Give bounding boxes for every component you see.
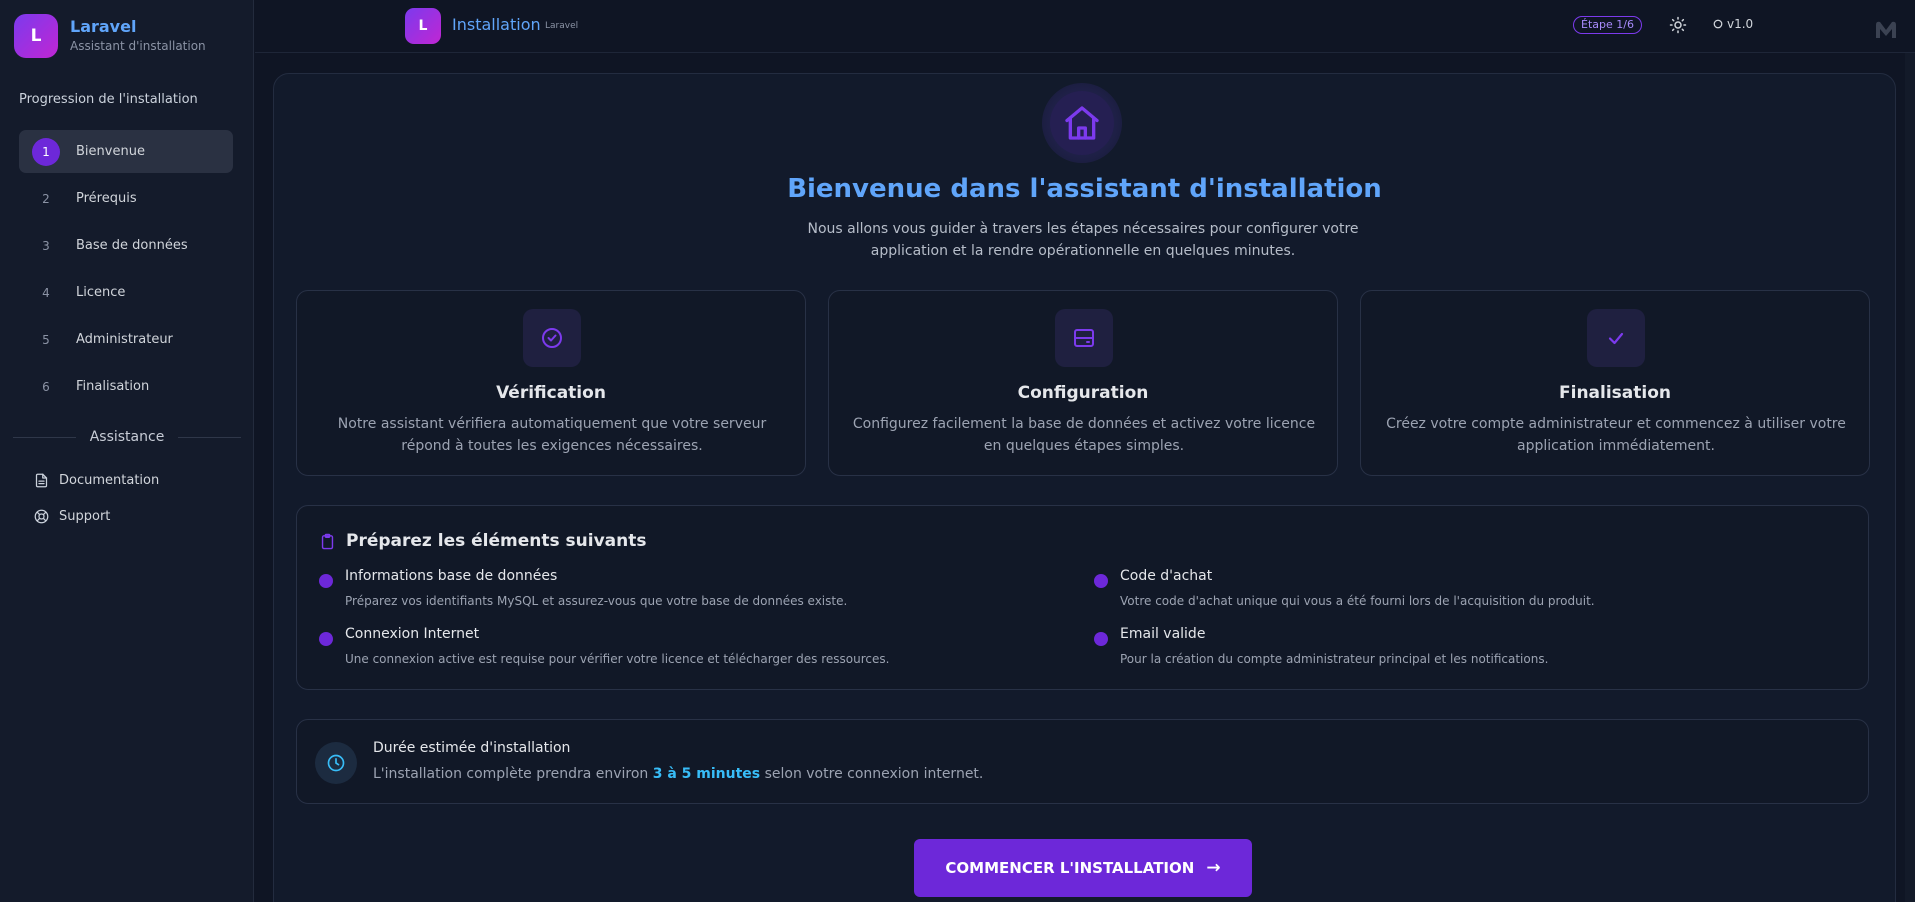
- step-label: Finalisation: [76, 379, 150, 394]
- clock-icon-wrapper: [315, 742, 357, 784]
- home-icon: [1065, 106, 1099, 140]
- duration-text: L'installation complète prendra environ …: [373, 766, 983, 782]
- step-item-licence[interactable]: 4 Licence: [19, 271, 233, 314]
- steps-list: 1 Bienvenue 2 Prérequis 3 Base de donnée…: [19, 130, 233, 412]
- start-button-label: COMMENCER L'INSTALLATION: [945, 859, 1195, 877]
- prepare-item-title: Connexion Internet: [345, 626, 480, 642]
- step-item-finalisation[interactable]: 6 Finalisation: [19, 365, 233, 408]
- feature-icon-box: [1055, 309, 1113, 367]
- clock-icon: [327, 754, 345, 772]
- duration-text-after: selon votre connexion internet.: [760, 766, 984, 782]
- version-circle-icon: [1713, 19, 1723, 29]
- bullet-dot-icon: [319, 632, 333, 646]
- feature-title: Finalisation: [1559, 383, 1671, 403]
- hero-icon-wrapper: [1042, 83, 1122, 163]
- header-subtitle: Laravel: [545, 21, 579, 31]
- step-label: Bienvenue: [76, 144, 145, 159]
- check-circle-icon: [542, 328, 562, 348]
- duration-section: Durée estimée d'installation L'installat…: [296, 719, 1869, 804]
- arrow-right-icon: →: [1206, 858, 1221, 878]
- feature-text: Configurez facilement la base de données…: [852, 416, 1316, 454]
- step-number: 2: [42, 191, 50, 206]
- step-item-administrateur[interactable]: 5 Administrateur: [19, 318, 233, 361]
- sidebar: L Laravel Assistant d'installation Progr…: [0, 0, 254, 902]
- prepare-title: Préparez les éléments suivants: [346, 531, 647, 551]
- step-number: 3: [42, 238, 50, 253]
- help-links: Documentation Support: [34, 470, 159, 542]
- feature-text: Notre assistant vérifiera automatiquemen…: [337, 416, 767, 454]
- feature-text: Créez votre compte administrateur et com…: [1386, 416, 1846, 454]
- feature-title: Vérification: [496, 383, 606, 403]
- version-label: v1.0: [1713, 17, 1753, 31]
- prepare-item-text: Votre code d'achat unique qui vous a été…: [1120, 594, 1595, 608]
- bullet-dot-icon: [1094, 632, 1108, 646]
- step-number: 6: [42, 379, 50, 394]
- step-item-prerequis[interactable]: 2 Prérequis: [19, 177, 233, 220]
- duration-title: Durée estimée d'installation: [373, 740, 571, 756]
- hero-text: Nous allons vous guider à travers les ét…: [807, 221, 1359, 259]
- prepare-item-text: Une connexion active est requise pour vé…: [345, 652, 890, 666]
- start-installation-button[interactable]: COMMENCER L'INSTALLATION →: [914, 839, 1252, 897]
- progress-title: Progression de l'installation: [19, 92, 198, 107]
- app-logo: L: [14, 14, 58, 58]
- brand-mark-icon: [1876, 21, 1896, 38]
- header-logo: L: [405, 8, 441, 44]
- lifebuoy-icon: [34, 509, 49, 523]
- prepare-item-text: Pour la création du compte administrateu…: [1120, 652, 1549, 666]
- hero-title: Bienvenue dans l'assistant d'installatio…: [787, 174, 1382, 204]
- scrollbar[interactable]: [1905, 53, 1915, 902]
- assistance-divider: Assistance: [13, 427, 242, 447]
- duration-text-before: L'installation complète prendra environ: [373, 766, 653, 782]
- check-icon: [1608, 332, 1624, 345]
- step-number: 5: [42, 332, 50, 347]
- prepare-header: Préparez les éléments suivants: [319, 531, 646, 551]
- step-label: Base de données: [76, 238, 188, 253]
- step-number: 4: [42, 285, 50, 300]
- app-name: Laravel: [70, 17, 137, 36]
- feature-icon-box: [523, 309, 581, 367]
- prepare-item-title: Informations base de données: [345, 568, 558, 584]
- assistance-title: Assistance: [89, 429, 165, 445]
- document-icon: [35, 473, 48, 487]
- prepare-item-title: Code d'achat: [1120, 568, 1213, 584]
- version-text: v1.0: [1727, 17, 1754, 31]
- step-label: Administrateur: [76, 332, 173, 347]
- step-label: Licence: [76, 285, 126, 300]
- prepare-item-text: Préparez vos identifiants MySQL et assur…: [345, 594, 848, 608]
- step-badge: Étape 1/6: [1573, 16, 1642, 34]
- clipboard-icon: [321, 533, 334, 549]
- documentation-label: Documentation: [59, 472, 160, 488]
- support-label: Support: [59, 508, 111, 524]
- sun-icon[interactable]: [1669, 16, 1687, 34]
- step-number: 1: [32, 137, 60, 166]
- feature-card-verification: Vérification Notre assistant vérifiera a…: [296, 290, 806, 476]
- prepare-item-title: Email valide: [1120, 626, 1206, 642]
- documentation-link[interactable]: Documentation: [34, 470, 159, 490]
- feature-card-finalisation: Finalisation Créez votre compte administ…: [1360, 290, 1870, 476]
- feature-title: Configuration: [1017, 383, 1149, 403]
- top-header: L Installation Laravel Étape 1/6 v1.0: [255, 0, 1915, 53]
- prepare-section: Préparez les éléments suivants Informati…: [296, 505, 1869, 690]
- server-icon: [1074, 329, 1094, 347]
- feature-icon-box: [1587, 309, 1645, 367]
- feature-card-configuration: Configuration Configurez facilement la b…: [828, 290, 1338, 476]
- step-label: Prérequis: [76, 191, 137, 206]
- header-title: Installation: [452, 15, 541, 34]
- step-item-bienvenue[interactable]: 1 Bienvenue: [19, 130, 233, 173]
- step-item-base-de-donnees[interactable]: 3 Base de données: [19, 224, 233, 267]
- brand: L Laravel Assistant d'installation: [14, 14, 206, 58]
- app-subtitle: Assistant d'installation: [70, 39, 206, 53]
- duration-highlight: 3 à 5 minutes: [652, 766, 761, 782]
- bullet-dot-icon: [319, 574, 333, 588]
- support-link[interactable]: Support: [34, 506, 159, 526]
- bullet-dot-icon: [1094, 574, 1108, 588]
